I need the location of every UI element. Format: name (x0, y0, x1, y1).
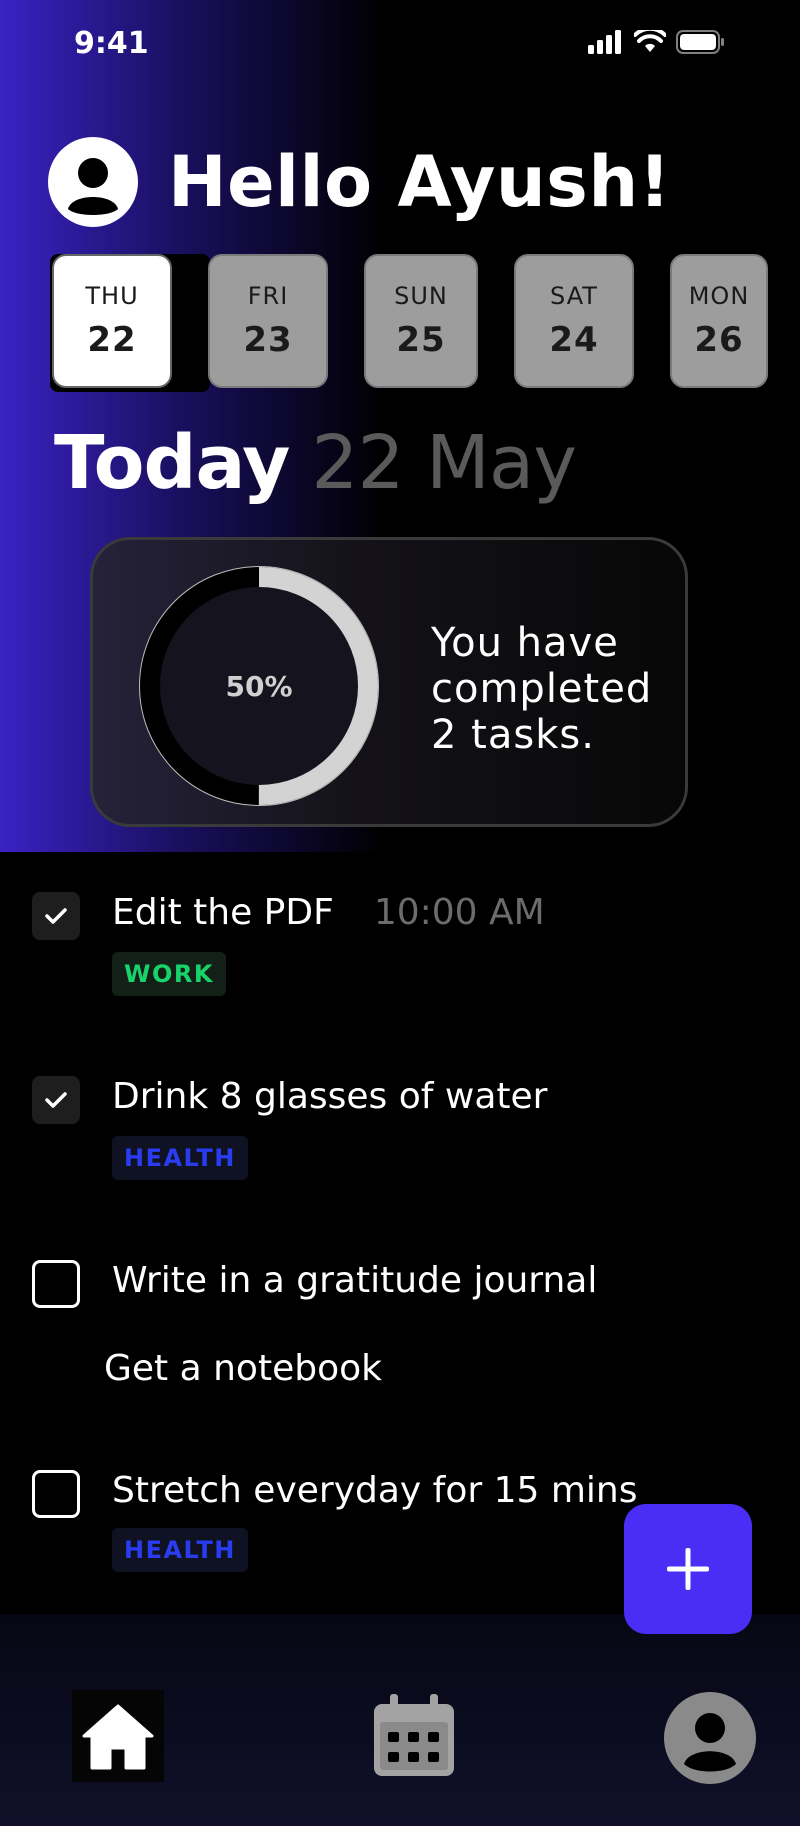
day-name: SUN (394, 282, 448, 310)
day-selector: THU 22 FRI 23 SUN 25 SAT 24 MON 26 (50, 254, 790, 392)
home-icon (82, 1704, 154, 1770)
task-checkbox[interactable] (32, 1076, 80, 1124)
progress-card: 50% You have completed 2 tasks. (90, 537, 688, 827)
day-chip-sat[interactable]: SAT 24 (514, 254, 634, 388)
task-tag-work: WORK (112, 952, 226, 996)
greeting-title: Hello Ayush! (168, 141, 672, 223)
day-name: THU (85, 282, 139, 310)
today-heading: Today 22 May (54, 420, 577, 506)
checkmark-icon (45, 908, 67, 924)
task-checkbox[interactable] (32, 892, 80, 940)
nav-profile-button[interactable] (664, 1692, 756, 1784)
task-title[interactable]: Drink 8 glasses of water (112, 1076, 547, 1117)
day-name: MON (688, 282, 750, 310)
day-chip-mon[interactable]: MON 26 (670, 254, 768, 388)
today-date: 22 May (311, 420, 577, 506)
task-tag-health: HEALTH (112, 1528, 248, 1572)
day-number: 24 (549, 320, 599, 360)
greeting-row: Hello Ayush! (48, 136, 671, 228)
day-number: 26 (694, 320, 744, 360)
task-checkbox[interactable] (32, 1470, 80, 1518)
add-task-button[interactable] (624, 1504, 752, 1634)
nav-home-button[interactable] (72, 1690, 164, 1782)
day-chip-thu[interactable]: THU 22 (52, 254, 172, 388)
day-number: 25 (396, 320, 446, 360)
day-number: 23 (243, 320, 293, 360)
task-title-row[interactable]: Edit the PDF 10:00 AM (112, 892, 545, 933)
today-label: Today (54, 420, 290, 506)
day-chip-sun[interactable]: SUN 25 (364, 254, 478, 388)
nav-calendar-button[interactable] (368, 1690, 460, 1782)
wifi-icon (634, 30, 666, 52)
plus-icon (667, 1548, 709, 1590)
day-number: 22 (87, 320, 137, 360)
status-time: 9:41 (74, 26, 149, 61)
task-title[interactable]: Write in a gratitude journal (112, 1260, 597, 1301)
avatar-icon[interactable] (48, 137, 138, 227)
status-icons (588, 30, 724, 54)
task-tag-health: HEALTH (112, 1136, 248, 1180)
task-title: Edit the PDF (112, 892, 334, 933)
task-checkbox[interactable] (32, 1260, 80, 1308)
battery-icon (676, 30, 724, 54)
subtask-item[interactable]: Get a notebook (104, 1348, 382, 1389)
day-name: FRI (247, 282, 289, 310)
task-title[interactable]: Stretch everyday for 15 mins (112, 1470, 638, 1511)
status-bar: 9:41 (0, 0, 800, 90)
cellular-signal-icon (588, 30, 621, 54)
progress-summary: You have completed 2 tasks. (431, 620, 653, 758)
checkmark-icon (45, 1092, 67, 1108)
task-time: 10:00 AM (373, 892, 545, 933)
calendar-icon (374, 1694, 454, 1776)
day-name: SAT (550, 282, 598, 310)
day-chip-fri[interactable]: FRI 23 (208, 254, 328, 388)
progress-percent: 50% (225, 669, 293, 703)
